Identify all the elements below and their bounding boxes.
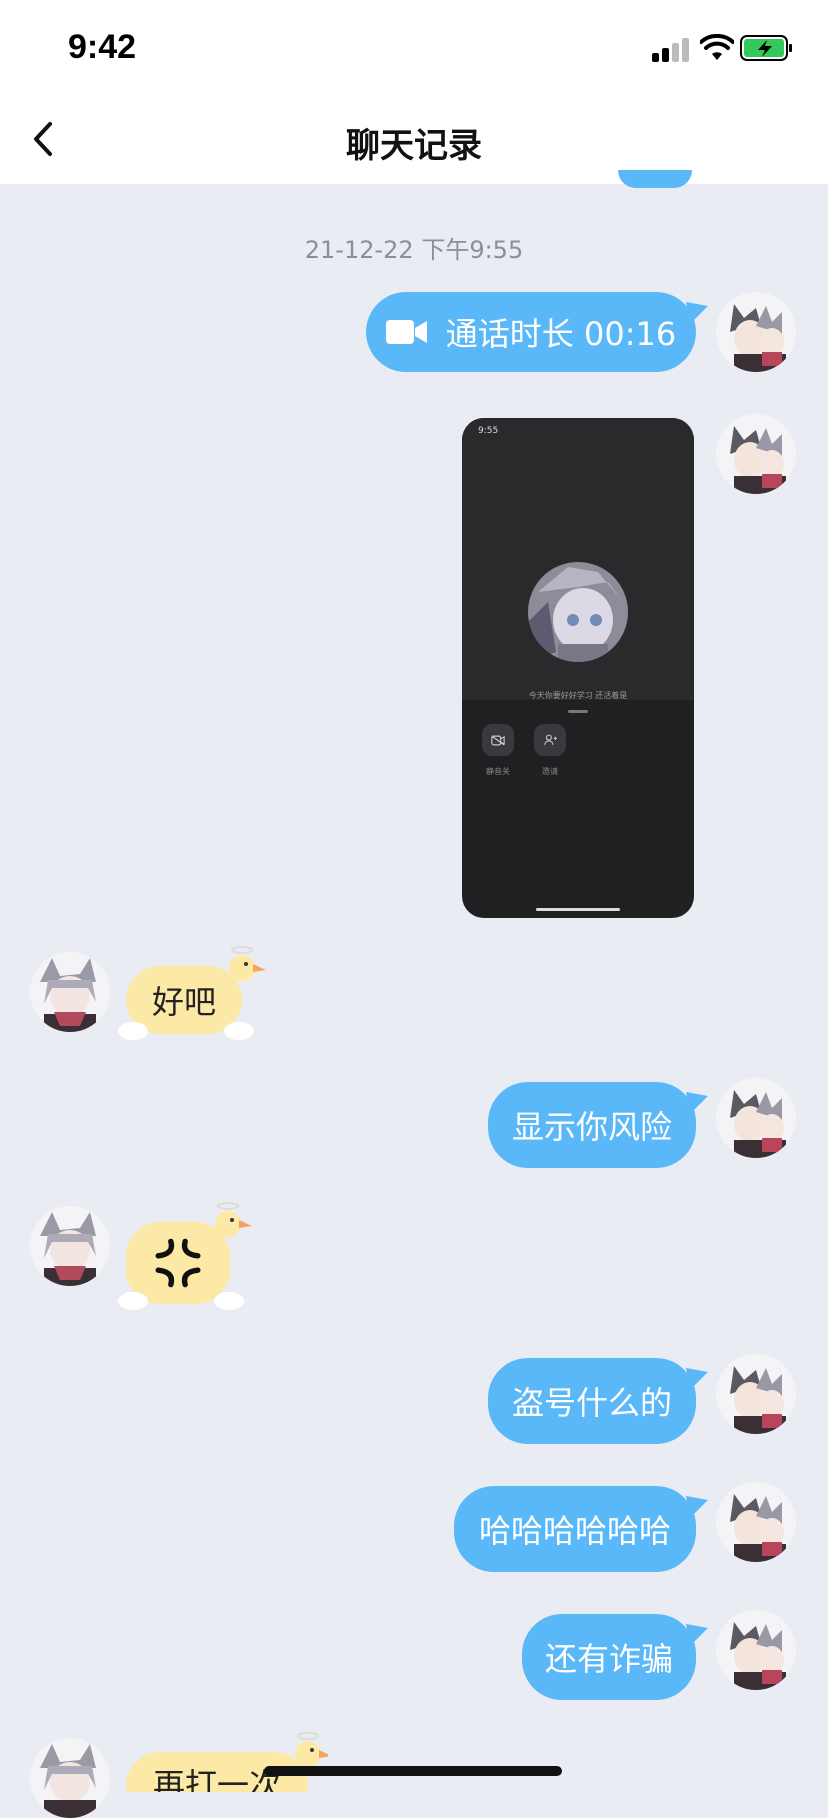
status-bar: 9:42	[0, 0, 828, 96]
nav-bar: 聊天记录	[0, 96, 828, 184]
status-time: 9:42	[68, 28, 137, 66]
screenshot-avatar	[528, 562, 628, 662]
message-bubble-out[interactable]: 哈哈哈哈哈哈	[454, 1486, 708, 1572]
screenshot-time: 9:55	[478, 426, 499, 436]
call-duration-bubble[interactable]: 通话时长 00:16	[366, 292, 708, 372]
message-bubble-in[interactable]: 再打一次	[118, 1730, 328, 1792]
contact-avatar[interactable]	[30, 1738, 110, 1818]
home-indicator[interactable]	[264, 1766, 562, 1776]
avatar[interactable]	[716, 1610, 796, 1690]
contact-avatar[interactable]	[30, 952, 110, 1032]
battery-icon	[740, 35, 792, 61]
avatar[interactable]	[716, 1078, 796, 1158]
message-text: 哈哈哈哈哈哈	[478, 1512, 671, 1550]
anger-icon	[155, 1238, 201, 1288]
screenshot-label-2: 邀请	[542, 767, 558, 776]
chat-timestamp: 21-12-22 下午9:55	[304, 236, 524, 264]
screenshot-caption: 今天你要好好学习 还活着是	[528, 691, 628, 700]
previous-message-bubble[interactable]	[618, 170, 692, 188]
message-bubble-out[interactable]: 还有诈骗	[522, 1614, 708, 1700]
contact-avatar[interactable]	[30, 1206, 110, 1286]
avatar[interactable]	[716, 414, 796, 494]
message-text: 还有诈骗	[544, 1640, 673, 1678]
message-text: 盗号什么的	[511, 1384, 672, 1422]
page-title: 聊天记录	[346, 126, 482, 166]
sticker-message[interactable]	[118, 1200, 252, 1312]
message-text: 显示你风险	[511, 1108, 672, 1146]
video-call-icon	[385, 320, 427, 344]
screenshot-image[interactable]: 9:55 今天你要好好学习 还活着是 静音关 邀请	[462, 418, 694, 918]
avatar[interactable]	[716, 1354, 796, 1434]
message-bubble-out[interactable]: 显示你风险	[488, 1082, 708, 1168]
signal-icon	[652, 36, 690, 62]
avatar[interactable]	[716, 292, 796, 372]
message-text: 好吧	[151, 983, 216, 1021]
wifi-icon	[700, 34, 734, 60]
avatar[interactable]	[716, 1482, 796, 1562]
camera-off-icon	[482, 724, 514, 756]
add-user-icon	[534, 724, 566, 756]
message-bubble-out[interactable]: 盗号什么的	[488, 1358, 708, 1444]
message-text: 再打一次	[152, 1766, 281, 1792]
message-bubble-in[interactable]: 好吧	[118, 946, 266, 1048]
call-duration-text: 通话时长 00:16	[445, 315, 677, 353]
screenshot-label-1: 静音关	[486, 767, 510, 776]
